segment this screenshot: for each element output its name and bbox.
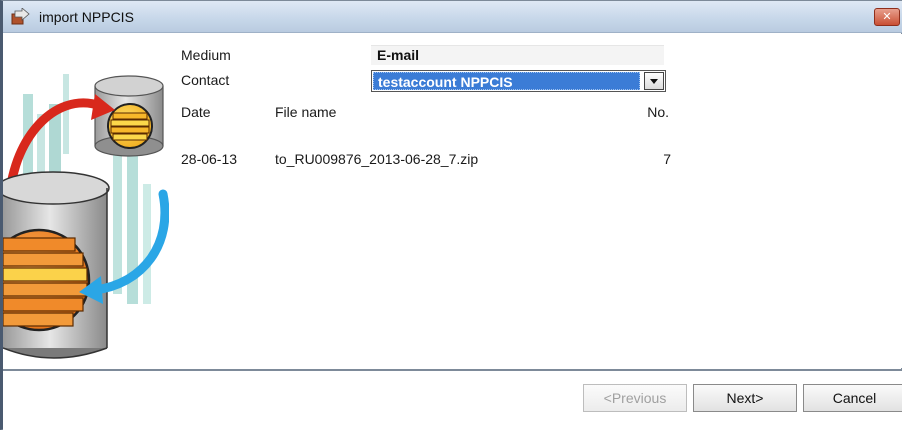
column-header-date: Date [181, 104, 211, 120]
title-bar[interactable]: import NPPCIS ✕ [3, 1, 902, 33]
contact-select[interactable]: testaccount NPPCIS [371, 70, 666, 92]
database-sync-illustration [3, 34, 169, 368]
cancel-button[interactable]: Cancel [803, 384, 902, 412]
row-file-name: to_RU009876_2013-06-28_7.zip [275, 151, 479, 167]
row-date: 28-06-13 [181, 151, 238, 167]
import-form: Medium E-mail Contact testaccount NPPCIS… [169, 34, 902, 368]
import-dialog: import NPPCIS ✕ Medium E-mail Contact te… [0, 0, 902, 430]
column-header-file-name: File name [275, 104, 337, 120]
contact-dropdown-button[interactable] [644, 72, 664, 90]
medium-field: E-mail [371, 45, 664, 65]
button-bar: <Previous Next> Cancel [3, 369, 902, 430]
close-icon: ✕ [882, 10, 892, 23]
next-button[interactable]: Next> [693, 384, 797, 412]
import-app-icon [11, 8, 30, 25]
contact-selected-value[interactable]: testaccount NPPCIS [373, 72, 640, 90]
chevron-down-icon [650, 79, 658, 84]
medium-label: Medium [181, 47, 231, 63]
previous-button[interactable]: <Previous [583, 384, 687, 412]
column-header-no: No. [647, 104, 669, 120]
row-no: 7 [663, 151, 671, 167]
medium-value: E-mail [377, 47, 420, 63]
close-button[interactable]: ✕ [874, 8, 900, 26]
window-title: import NPPCIS [39, 9, 134, 25]
contact-label: Contact [181, 72, 230, 88]
